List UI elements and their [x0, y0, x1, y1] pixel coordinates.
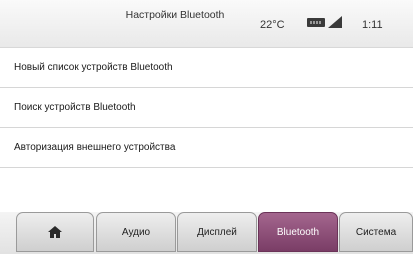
tab-system[interactable]: Система	[339, 212, 413, 252]
menu-item-label: Новый список устройств Bluetooth	[14, 62, 173, 73]
menu-item-new-device-list[interactable]: Новый список устройств Bluetooth	[0, 48, 413, 88]
tab-label: Дисплей	[197, 226, 237, 238]
menu-item-authorize-external-device[interactable]: Авторизация внешнего устройства	[0, 128, 413, 168]
status-header: Настройки Bluetooth 22°C 1:11	[0, 0, 413, 48]
tab-label: Система	[355, 226, 397, 238]
tab-home[interactable]	[16, 212, 94, 252]
bottom-tab-bar: Аудио Дисплей Bluetooth Система	[0, 212, 413, 254]
bluetooth-settings-list: Новый список устройств Bluetooth Поиск у…	[0, 48, 413, 208]
temperature-readout: 22°C	[260, 19, 285, 31]
clock: 1:11	[362, 19, 383, 31]
page-title: Настройки Bluetooth	[125, 9, 225, 21]
signal-icon	[328, 16, 342, 28]
home-icon	[48, 226, 62, 238]
menu-item-label: Поиск устройств Bluetooth	[14, 102, 136, 113]
tab-label: Bluetooth	[276, 226, 320, 238]
tab-audio[interactable]: Аудио	[96, 212, 176, 252]
menu-item-empty	[0, 168, 413, 208]
tab-bluetooth[interactable]: Bluetooth	[258, 212, 338, 252]
tab-display[interactable]: Дисплей	[177, 212, 257, 252]
tab-label: Аудио	[121, 226, 151, 238]
battery-icon	[307, 18, 325, 27]
menu-item-search-devices[interactable]: Поиск устройств Bluetooth	[0, 88, 413, 128]
menu-item-label: Авторизация внешнего устройства	[14, 142, 176, 153]
